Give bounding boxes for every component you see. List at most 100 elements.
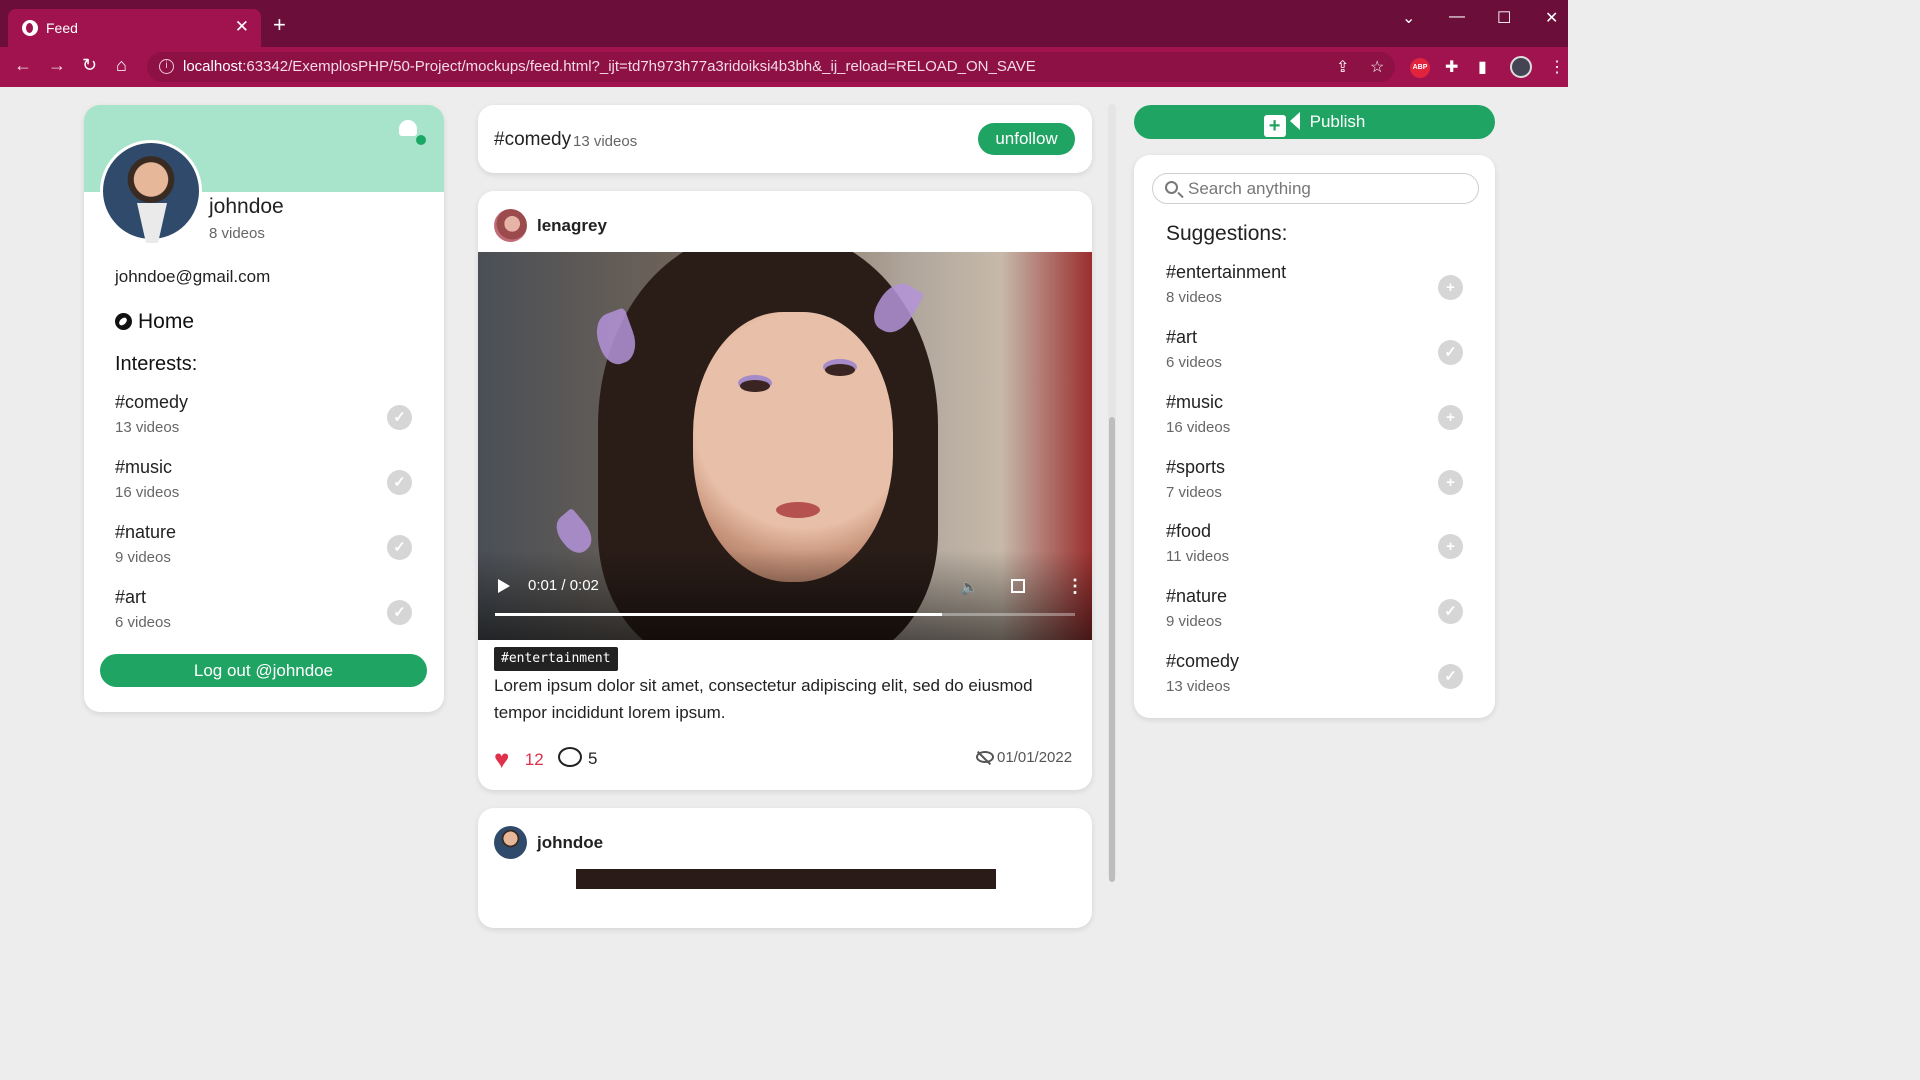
- home-label: Home: [138, 310, 195, 333]
- suggestion-tag: #sports: [1166, 457, 1226, 477]
- home-link[interactable]: Home: [115, 310, 194, 334]
- suggestion-count: 11 videos: [1166, 548, 1230, 565]
- eye-off-icon: [976, 751, 994, 763]
- search-icon: [1165, 181, 1178, 194]
- interest-item[interactable]: #nature 9 videos ✓: [115, 522, 415, 582]
- tab-close-icon[interactable]: ✕: [235, 17, 249, 37]
- forward-arrow-icon[interactable]: →: [48, 55, 66, 76]
- maximize-button[interactable]: ☐: [1497, 8, 1511, 28]
- post-tag[interactable]: #entertainment: [494, 647, 618, 671]
- video-player[interactable]: 0:01 / 0:02 🔈 ⋮: [478, 252, 1092, 640]
- suggestion-tag: #nature: [1166, 586, 1228, 606]
- browser-profile-avatar[interactable]: [1510, 56, 1532, 78]
- fullscreen-icon[interactable]: [1011, 579, 1025, 593]
- plus-icon[interactable]: +: [1438, 405, 1463, 430]
- browser-menu-icon[interactable]: ⋮: [1549, 57, 1565, 77]
- topic-name: #comedy: [494, 129, 572, 150]
- check-icon[interactable]: ✓: [387, 600, 412, 625]
- check-icon[interactable]: ✓: [387, 405, 412, 430]
- browser-toolbar: ← → ↻ ⌂ i localhost:63342/ExemplosPHP/50…: [0, 47, 1568, 87]
- suggestion-item[interactable]: #sports 7 videos +: [1166, 457, 1466, 517]
- suggestion-count: 16 videos: [1166, 419, 1231, 436]
- video-camera-icon: +: [1263, 115, 1286, 137]
- video-player[interactable]: [576, 869, 996, 889]
- post-author-name[interactable]: lenagrey: [537, 216, 607, 236]
- notification-dot: [416, 135, 426, 145]
- site-info-icon[interactable]: i: [159, 59, 174, 74]
- plus-icon[interactable]: +: [1438, 534, 1463, 559]
- close-window-button[interactable]: ✕: [1545, 8, 1558, 28]
- browser-tabbar: Feed ✕ + ⌄ — ☐ ✕: [0, 0, 1568, 47]
- like-button[interactable]: ♥ 12: [494, 744, 544, 774]
- notification-bell-icon[interactable]: [399, 120, 426, 145]
- plus-icon[interactable]: +: [1438, 275, 1463, 300]
- post-date-text: 01/01/2022: [997, 749, 1073, 766]
- comment-count: 5: [588, 749, 598, 768]
- publish-button[interactable]: + Publish: [1134, 105, 1495, 139]
- new-tab-button[interactable]: +: [273, 12, 286, 38]
- check-icon[interactable]: ✓: [387, 470, 412, 495]
- compass-icon: [115, 313, 132, 330]
- suggestion-count: 6 videos: [1166, 354, 1222, 371]
- profile-email: johndoe@gmail.com: [115, 267, 271, 286]
- check-icon[interactable]: ✓: [387, 535, 412, 560]
- video-progress-fill: [495, 613, 942, 616]
- search-input[interactable]: Search anything: [1152, 173, 1479, 204]
- bookmark-star-icon[interactable]: ☆: [1370, 57, 1384, 77]
- suggestion-item[interactable]: #art 6 videos ✓: [1166, 327, 1466, 387]
- interest-tag: #music: [115, 457, 173, 477]
- video-time: 0:01 / 0:02: [528, 577, 599, 594]
- extensions-puzzle-icon[interactable]: ✚: [1445, 57, 1458, 77]
- tab-title: Feed: [46, 20, 78, 36]
- post-author-name[interactable]: johndoe: [537, 833, 603, 853]
- volume-icon[interactable]: 🔈: [960, 578, 979, 596]
- check-icon[interactable]: ✓: [1438, 664, 1463, 689]
- minimize-button[interactable]: —: [1449, 8, 1465, 26]
- browser-tab-feed[interactable]: Feed ✕: [8, 9, 261, 47]
- interest-count: 16 videos: [115, 484, 180, 501]
- globe-icon: [22, 20, 38, 36]
- suggestions-title: Suggestions:: [1166, 222, 1288, 245]
- interest-count: 6 videos: [115, 614, 171, 631]
- adblock-extension-icon[interactable]: ABP: [1410, 58, 1430, 78]
- topic-video-count: 13 videos: [573, 133, 638, 150]
- suggestion-item[interactable]: #entertainment 8 videos +: [1166, 262, 1466, 322]
- suggestion-tag: #entertainment: [1166, 262, 1287, 282]
- interest-item[interactable]: #art 6 videos ✓: [115, 587, 415, 647]
- interest-tag: #comedy: [115, 392, 189, 412]
- avatar: [494, 826, 527, 859]
- suggestion-item[interactable]: #nature 9 videos ✓: [1166, 586, 1466, 646]
- post-card: lenagrey 0:01 / 0:02 🔈 ⋮ #entertainment …: [478, 191, 1092, 790]
- suggestion-count: 7 videos: [1166, 484, 1222, 501]
- plus-icon[interactable]: +: [1438, 470, 1463, 495]
- logout-button[interactable]: Log out @johndoe: [100, 654, 427, 687]
- suggestion-item[interactable]: #music 16 videos +: [1166, 392, 1466, 452]
- back-arrow-icon[interactable]: ←: [14, 55, 32, 76]
- profile-username: johndoe: [209, 195, 284, 218]
- home-icon[interactable]: ⌂: [116, 55, 127, 76]
- suggestion-tag: #music: [1166, 392, 1224, 412]
- unfollow-button[interactable]: unfollow: [978, 123, 1075, 155]
- side-panel-icon[interactable]: ▮: [1478, 57, 1487, 77]
- interest-item[interactable]: #comedy 13 videos ✓: [115, 392, 415, 452]
- check-icon[interactable]: ✓: [1438, 599, 1463, 624]
- tab-search-icon[interactable]: ⌄: [1402, 8, 1415, 28]
- interest-item[interactable]: #music 16 videos ✓: [115, 457, 415, 517]
- heart-icon: ♥: [494, 744, 510, 774]
- video-progress-bar[interactable]: [495, 613, 1075, 616]
- post-date: 01/01/2022: [976, 749, 1072, 766]
- feed-scrollbar-thumb[interactable]: [1109, 417, 1115, 882]
- suggestion-item[interactable]: #comedy 13 videos ✓: [1166, 651, 1466, 711]
- comment-button[interactable]: 5: [558, 747, 597, 773]
- play-icon[interactable]: [498, 579, 510, 593]
- address-bar[interactable]: i localhost:63342/ExemplosPHP/50-Project…: [147, 52, 1395, 82]
- check-icon[interactable]: ✓: [1438, 340, 1463, 365]
- post-card: johndoe: [478, 808, 1092, 928]
- reload-icon[interactable]: ↻: [82, 55, 97, 76]
- more-options-icon[interactable]: ⋮: [1066, 576, 1084, 597]
- suggestion-item[interactable]: #food 11 videos +: [1166, 521, 1466, 581]
- share-icon[interactable]: ⇪: [1336, 57, 1349, 77]
- suggestion-tag: #comedy: [1166, 651, 1240, 671]
- suggestion-tag: #art: [1166, 327, 1198, 347]
- interests-title: Interests:: [115, 353, 198, 375]
